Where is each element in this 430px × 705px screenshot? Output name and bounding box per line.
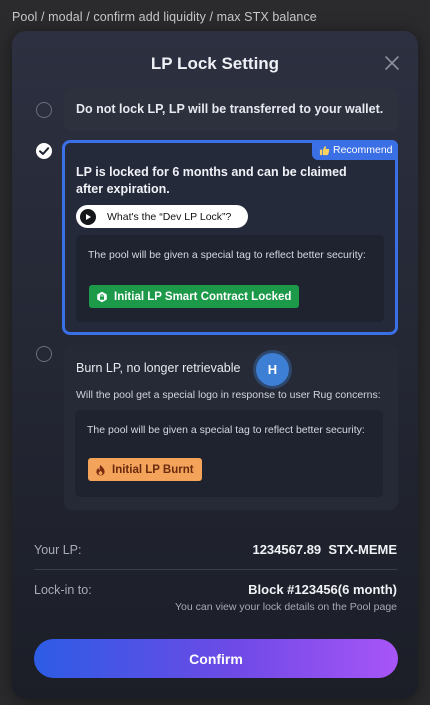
your-lp-value: 1234567.89 STX-MEME	[252, 542, 397, 557]
radio-burn-lp[interactable]	[36, 346, 52, 362]
locked-tag: Initial LP Smart Contract Locked	[89, 285, 300, 308]
option-no-lock-label: Do not lock LP, LP will be transferred t…	[76, 102, 384, 116]
burn-tag-description: The pool will be given a special tag to …	[87, 424, 365, 436]
option-lock-6-months-label: LP is locked for 6 months and can be cla…	[76, 165, 347, 196]
modal-title: LP Lock Setting	[150, 54, 280, 73]
radio-no-lock[interactable]	[36, 102, 52, 118]
lock-in-value: Block #123456(6 month)	[248, 582, 397, 597]
your-lp-label: Your LP:	[34, 543, 82, 557]
radio-lock-6-months[interactable]	[36, 143, 52, 159]
option-lock-6-months[interactable]: Recommend LP is locked for 6 months and …	[62, 140, 398, 335]
lock-details-note: You can view your lock details on the Po…	[174, 601, 397, 613]
burnt-tag: Initial LP Burnt	[88, 458, 202, 481]
recommend-badge: Recommend	[312, 140, 398, 160]
dev-lp-lock-info-button[interactable]: What's the “Dev LP Lock”?	[76, 205, 248, 228]
divider	[34, 569, 397, 570]
lock-tag-description: The pool will be given a special tag to …	[88, 249, 366, 261]
flame-icon	[96, 464, 105, 475]
recommend-badge-label: Recommend	[333, 144, 393, 156]
option-burn-lp-subtext: Will the pool get a special logo in resp…	[76, 389, 381, 401]
lock-tag-panel: The pool will be given a special tag to …	[76, 235, 384, 322]
play-icon	[80, 208, 96, 225]
lp-lock-modal: LP Lock Setting Do not lock LP, LP will …	[12, 31, 418, 699]
close-icon[interactable]	[384, 55, 400, 71]
option-burn-lp[interactable]: Burn LP, no longer retrievable Will the …	[64, 345, 398, 510]
confirm-button[interactable]: Confirm	[34, 639, 398, 678]
option-burn-lp-label: Burn LP, no longer retrievable	[76, 361, 241, 375]
thumbs-up-icon	[319, 145, 330, 155]
burn-tag-panel: The pool will be given a special tag to …	[75, 410, 383, 497]
locked-tag-label: Initial LP Smart Contract Locked	[114, 290, 292, 303]
burnt-tag-label: Initial LP Burnt	[112, 463, 194, 476]
dev-lp-lock-info-label: What's the “Dev LP Lock”?	[107, 210, 232, 223]
option-no-lock[interactable]: Do not lock LP, LP will be transferred t…	[64, 88, 398, 131]
lock-icon	[97, 291, 107, 302]
avatar[interactable]: H	[256, 353, 289, 386]
lock-in-label: Lock-in to:	[34, 583, 92, 597]
breadcrumb: Pool / modal / confirm add liquidity / m…	[12, 10, 317, 24]
